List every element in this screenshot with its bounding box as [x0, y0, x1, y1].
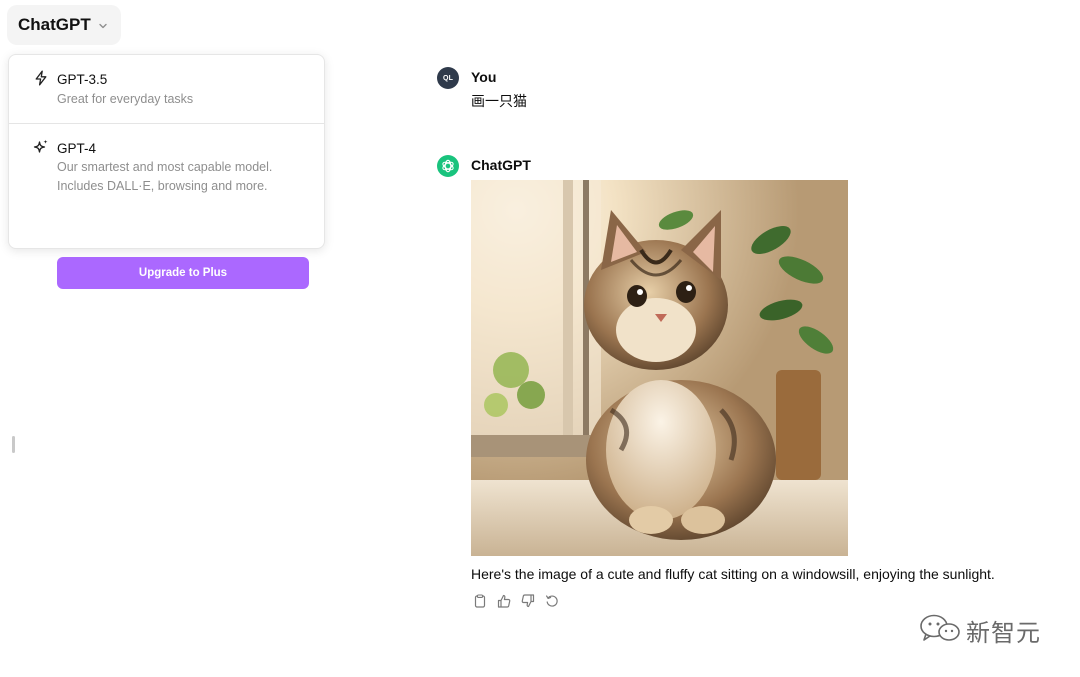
- chevron-down-icon: [97, 20, 109, 32]
- thumbs-down-icon[interactable]: [520, 593, 536, 609]
- model-selector-label: ChatGPT: [18, 15, 91, 34]
- model-option-description: Great for everyday tasks: [57, 92, 194, 106]
- openai-logo-icon: [437, 155, 459, 177]
- upgrade-to-plus-button[interactable]: Upgrade to Plus: [57, 257, 309, 289]
- model-option-name: GPT-3.5: [57, 72, 108, 87]
- thumbs-up-icon[interactable]: [496, 593, 512, 609]
- model-dropdown: GPT-3.5 Great for everyday tasks GPT-4 O…: [8, 54, 325, 289]
- model-option-gpt4[interactable]: GPT-4 Our smartest and most capable mode…: [9, 124, 324, 289]
- watermark: 新智元: [918, 612, 1041, 649]
- model-option-gpt35[interactable]: GPT-3.5 Great for everyday tasks: [9, 55, 324, 123]
- user-message: 画一只猫: [471, 94, 527, 110]
- message-actions: [472, 593, 560, 609]
- watermark-text: 新智元: [966, 619, 1041, 647]
- generated-cat-image[interactable]: [471, 180, 848, 556]
- user-avatar: QL: [437, 67, 459, 89]
- sidebar-resize-handle[interactable]: [12, 436, 15, 453]
- copy-icon[interactable]: [472, 593, 488, 609]
- model-option-name: GPT-4: [57, 141, 97, 156]
- wechat-logo-icon: [918, 612, 962, 649]
- model-option-description: Our smartest and most capable model. Inc…: [57, 160, 273, 193]
- user-name: You: [471, 69, 497, 85]
- regenerate-icon[interactable]: [544, 593, 560, 609]
- lightning-icon: [33, 70, 49, 86]
- model-selector[interactable]: ChatGPT: [7, 5, 121, 45]
- assistant-message: Here's the image of a cute and fluffy ca…: [471, 566, 995, 582]
- sparkle-icon: [33, 139, 49, 155]
- assistant-name: ChatGPT: [471, 157, 531, 173]
